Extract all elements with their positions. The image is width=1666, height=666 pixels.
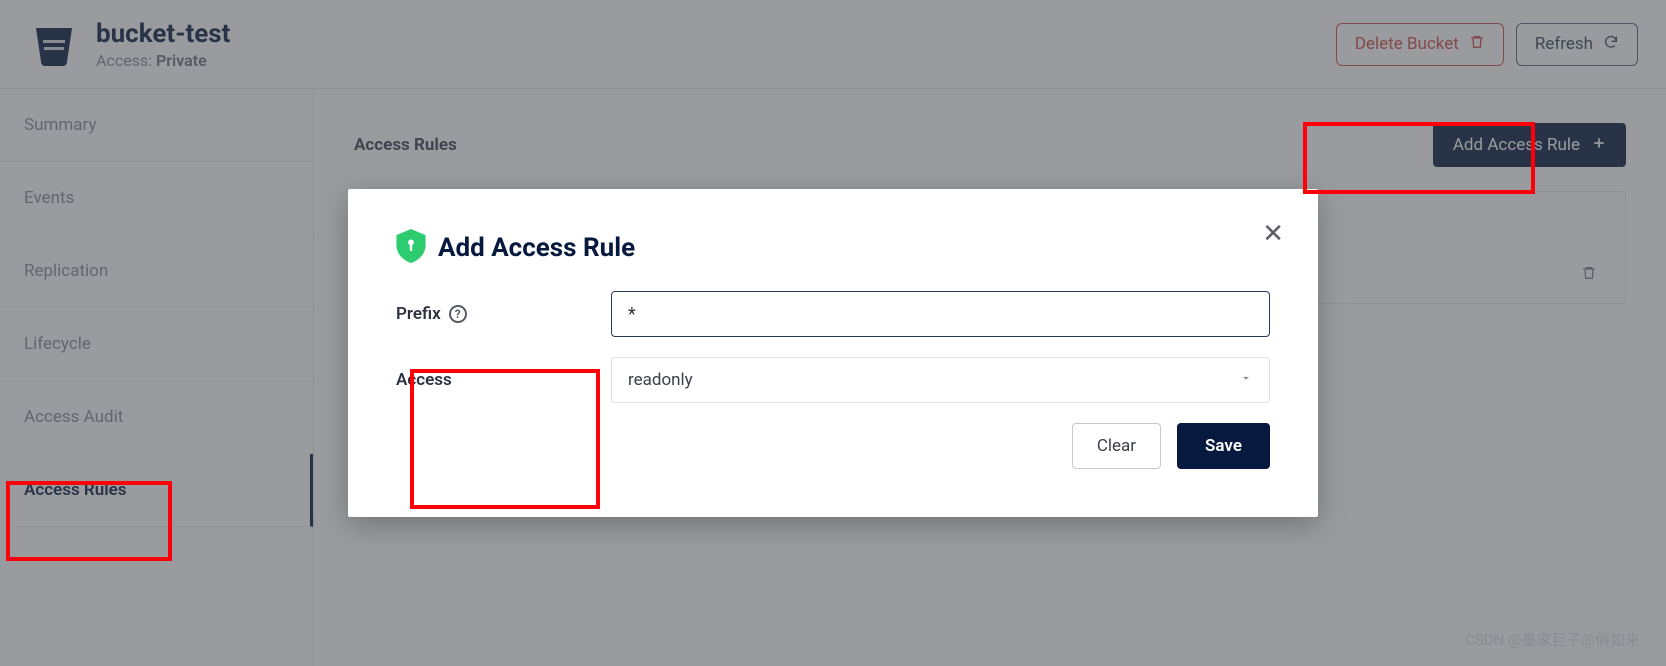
prefix-label: Prefix ? xyxy=(396,304,611,324)
modal-title: Add Access Rule xyxy=(438,233,635,263)
help-icon[interactable]: ? xyxy=(449,305,467,323)
save-button[interactable]: Save xyxy=(1177,423,1270,469)
watermark: CSDN @墨家巨子@俏如来 xyxy=(1465,629,1640,650)
chevron-down-icon xyxy=(1239,370,1253,390)
access-label: Access xyxy=(396,370,611,390)
prefix-input[interactable] xyxy=(611,291,1270,337)
access-select[interactable]: readonly xyxy=(611,357,1270,403)
modal-overlay: ✕ Add Access Rule Prefix ? Access readon… xyxy=(0,0,1666,666)
clear-button[interactable]: Clear xyxy=(1072,423,1161,469)
add-access-rule-modal: ✕ Add Access Rule Prefix ? Access readon… xyxy=(348,189,1318,517)
shield-icon xyxy=(396,229,426,267)
close-icon[interactable]: ✕ xyxy=(1262,219,1284,249)
